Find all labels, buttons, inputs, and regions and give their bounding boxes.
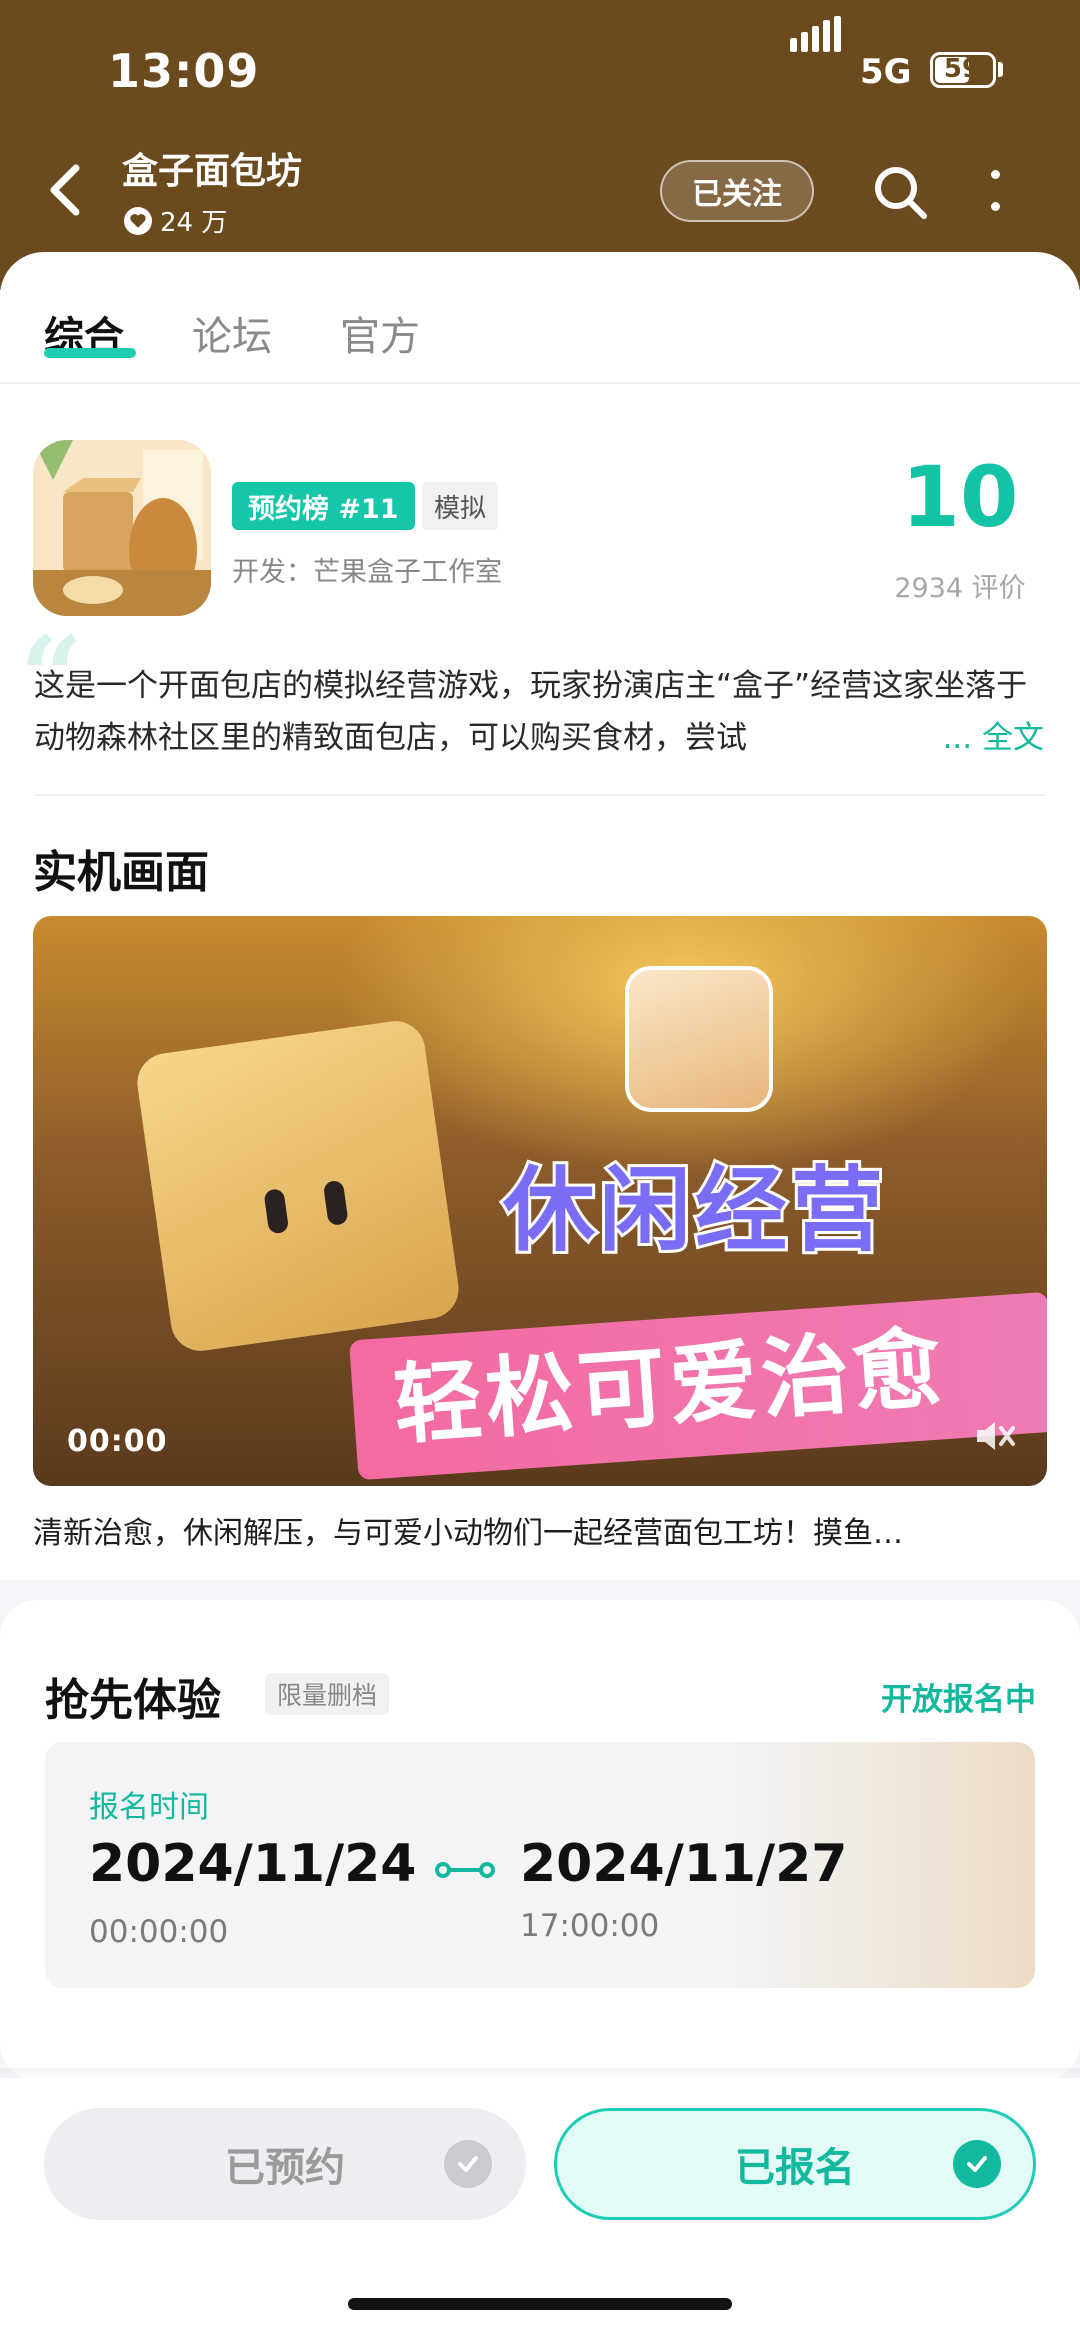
- registration-period: 报名时间 2024/11/24 00:00:00 2024/11/27 17:0…: [45, 1742, 1035, 1988]
- search-button[interactable]: [870, 162, 930, 222]
- start-time: 00:00:00: [89, 1914, 229, 1950]
- check-icon: [444, 2140, 492, 2188]
- battery-tip: [998, 62, 1003, 77]
- early-access-title: 抢先体验: [45, 1675, 221, 1726]
- tab-official[interactable]: 官方: [340, 304, 420, 362]
- start-date: 2024/11/24: [89, 1834, 417, 1894]
- back-button[interactable]: [42, 160, 92, 220]
- end-date: 2024/11/27: [520, 1834, 848, 1894]
- back-icon: [50, 164, 80, 216]
- follower-count-text: 24 万: [160, 208, 228, 238]
- registered-label: 已报名: [735, 2145, 855, 2191]
- check-icon: [953, 2140, 1001, 2188]
- mute-button[interactable]: [969, 1412, 1017, 1460]
- video-caption: 清新治愈，休闲解压，与可爱小动物们一起经营面包工坊！摸鱼…: [33, 1516, 903, 1551]
- mute-icon: [977, 1422, 1015, 1450]
- battery-level: 59: [943, 54, 981, 84]
- developer-label[interactable]: 开发：芒果盒子工作室: [232, 550, 502, 589]
- registration-label: 报名时间: [89, 1790, 209, 1825]
- more-button[interactable]: [980, 162, 1010, 222]
- network-type: 5G: [860, 52, 912, 92]
- rank-badge[interactable]: 预约榜 #11: [232, 482, 415, 530]
- tab-indicator: [44, 348, 136, 358]
- review-count[interactable]: 2934 评价: [870, 566, 1050, 605]
- reserved-button[interactable]: 已预约: [44, 2108, 526, 2220]
- tab-forum[interactable]: 论坛: [192, 304, 272, 362]
- header-title: 盒子面包坊: [122, 151, 303, 192]
- genre-tag[interactable]: 模拟: [422, 482, 499, 530]
- divider: [34, 794, 1046, 796]
- more-icon: [991, 170, 1000, 179]
- registered-button[interactable]: 已报名: [554, 2108, 1036, 2220]
- early-access-tag: 限量删档: [265, 1673, 390, 1715]
- search-icon: [875, 167, 927, 219]
- home-indicator[interactable]: [348, 2298, 732, 2310]
- video-character: [133, 1017, 463, 1355]
- follower-count: 24 万: [124, 202, 227, 239]
- description-text: 这是一个开面包店的模拟经营游戏，玩家扮演店主“盒子”经营这家坐落于动物森林社区里…: [34, 668, 1028, 756]
- reserved-label: 已预约: [225, 2145, 345, 2191]
- video-game-icon: [625, 966, 773, 1112]
- heart-icon: [124, 206, 152, 235]
- end-time: 17:00:00: [520, 1908, 660, 1944]
- section-title-screenshots: 实机画面: [33, 847, 209, 898]
- registration-status[interactable]: 开放报名中: [760, 1674, 1036, 1719]
- video-overlay-text-1: 休闲经营: [503, 1157, 888, 1264]
- read-more-link[interactable]: ... 全文: [932, 712, 1044, 764]
- game-icon[interactable]: [33, 440, 211, 616]
- video-time: 00:00: [67, 1424, 168, 1459]
- status-bar: 13:09 5G 59: [0, 0, 1080, 140]
- rating-score[interactable]: 10: [890, 448, 1030, 546]
- follow-button[interactable]: 已关注: [660, 160, 814, 222]
- status-time: 13:09: [108, 44, 260, 98]
- tab-bar: 综合 论坛 官方: [0, 252, 1080, 384]
- battery-icon: 59: [930, 52, 996, 88]
- video-player[interactable]: 休闲经营 休闲经营 轻松可爱治愈 00:00: [33, 916, 1047, 1486]
- range-arrow-icon: [435, 1862, 495, 1878]
- game-description[interactable]: 这是一个开面包店的模拟经营游戏，玩家扮演店主“盒子”经营这家坐落于动物森林社区里…: [34, 660, 1044, 764]
